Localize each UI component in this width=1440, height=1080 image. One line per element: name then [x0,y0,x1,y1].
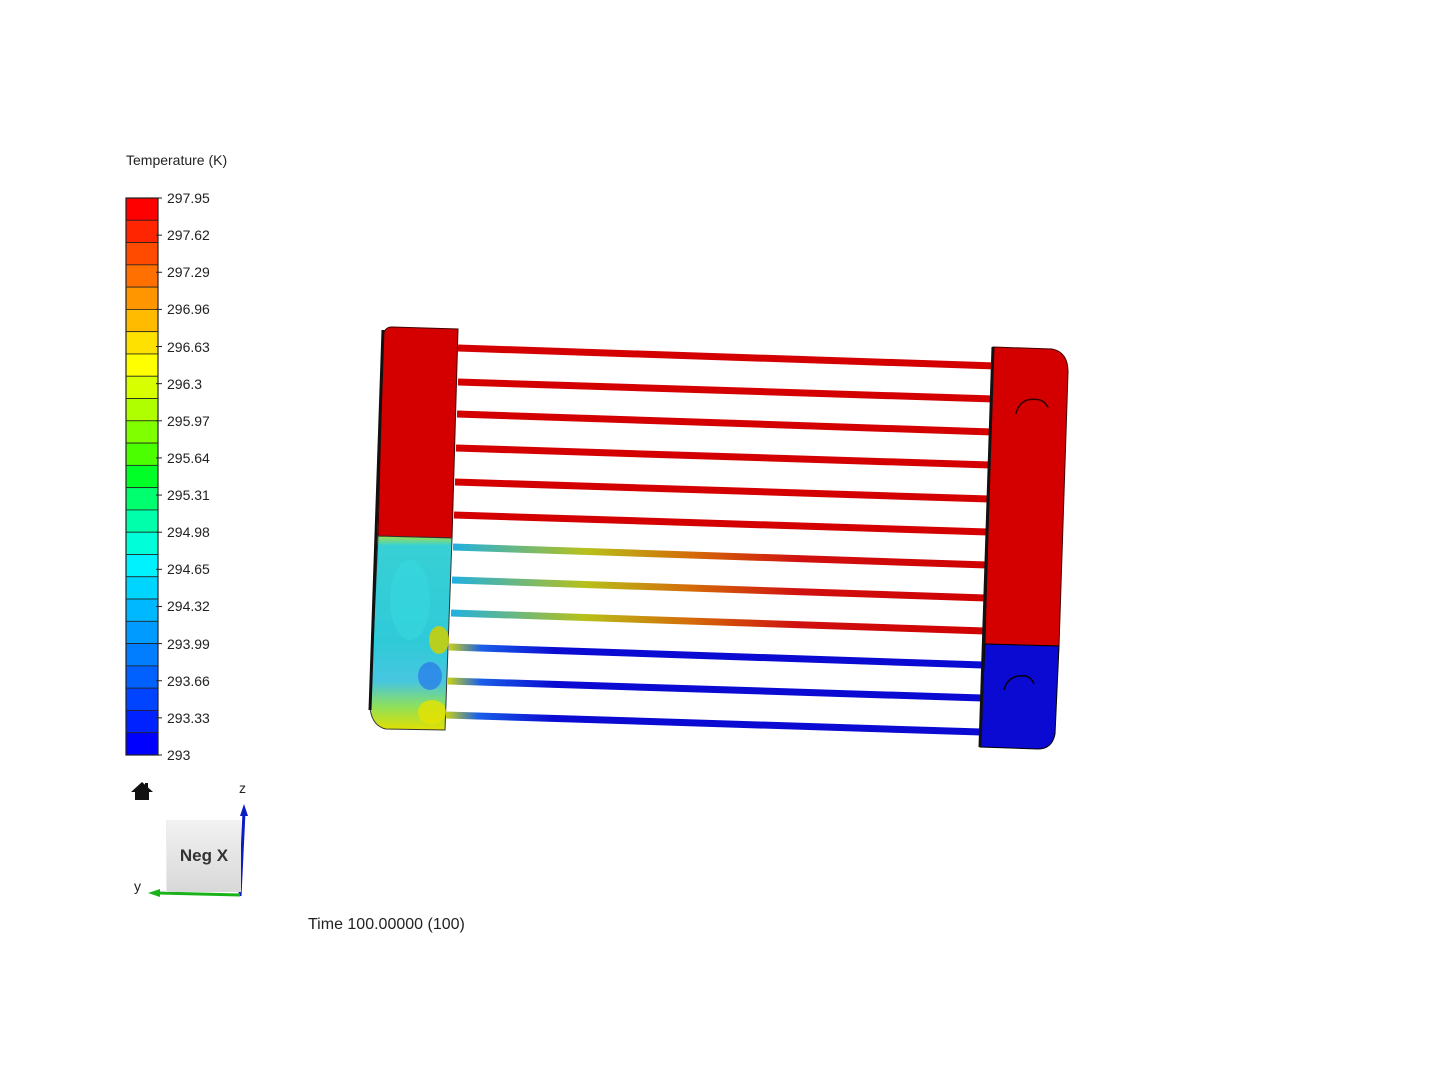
legend-tick-label: 297.62 [167,227,210,244]
color-bar-cell [125,509,159,533]
view-cube-face[interactable]: Neg X [166,820,241,892]
color-bar-cell [125,308,159,333]
z-axis-label: z [239,780,246,796]
temperature-color-bar [125,197,162,756]
color-bar-cell [125,576,159,600]
left-header-plate [368,326,459,731]
y-axis-arrow [148,889,160,897]
legend-tick-label: 296.96 [167,301,210,318]
color-bar-cell [125,531,159,555]
tube-bundle [445,344,997,736]
color-bar-cell [125,687,159,711]
color-bar-cell [125,242,159,266]
color-bar-cell [125,197,159,221]
legend-tick-label: 295.64 [167,449,210,466]
right-header-plate [978,346,1069,750]
color-bar-cell [125,620,159,645]
legend-tick-label: 293.66 [167,672,210,689]
legend-tick-label: 297.29 [167,264,210,281]
color-bar-cell [125,420,159,444]
color-bar-cell [125,442,159,466]
color-bar-cell [125,665,159,689]
color-bar-cell [125,464,159,489]
legend-tick-label: 295.31 [167,487,210,504]
legend-tick-label: 293.33 [167,709,210,726]
color-bar-cell [125,331,159,355]
color-bar-cell [125,710,159,734]
color-bar-cell [125,643,159,667]
home-icon [131,782,153,800]
color-bar-cell [125,264,159,288]
legend-tick-label: 293 [167,747,191,763]
legend-tick-label: 294.98 [167,524,210,541]
color-bar-cell [125,286,159,310]
color-bar-cell [125,554,159,578]
color-bar-cell [125,487,159,511]
y-axis-line [157,891,241,897]
y-axis-label: y [134,878,141,894]
legend-tick-label: 295.97 [167,412,210,429]
legend-tick-label: 294.65 [167,561,210,578]
color-bar-cell [125,219,159,243]
color-bar-cell [125,598,159,622]
legend-title: Temperature (K) [126,152,228,168]
reset-view-button[interactable] [130,780,154,804]
radiator-model[interactable] [368,326,1069,750]
legend-tick-label: 297.95 [167,190,210,206]
legend-tick-label: 296.3 [167,375,203,392]
legend-tick-label: 293.99 [167,635,210,652]
color-bar-cell [125,732,159,756]
color-bar-cell [125,398,159,422]
legend-tick-label: 296.63 [167,338,210,355]
time-label: Time 100.00000 (100) [308,916,465,933]
color-bar-cell [125,375,159,399]
z-axis-arrow [240,804,248,816]
legend-tick-label: 294.32 [167,598,210,615]
color-bar-cell [125,353,159,377]
